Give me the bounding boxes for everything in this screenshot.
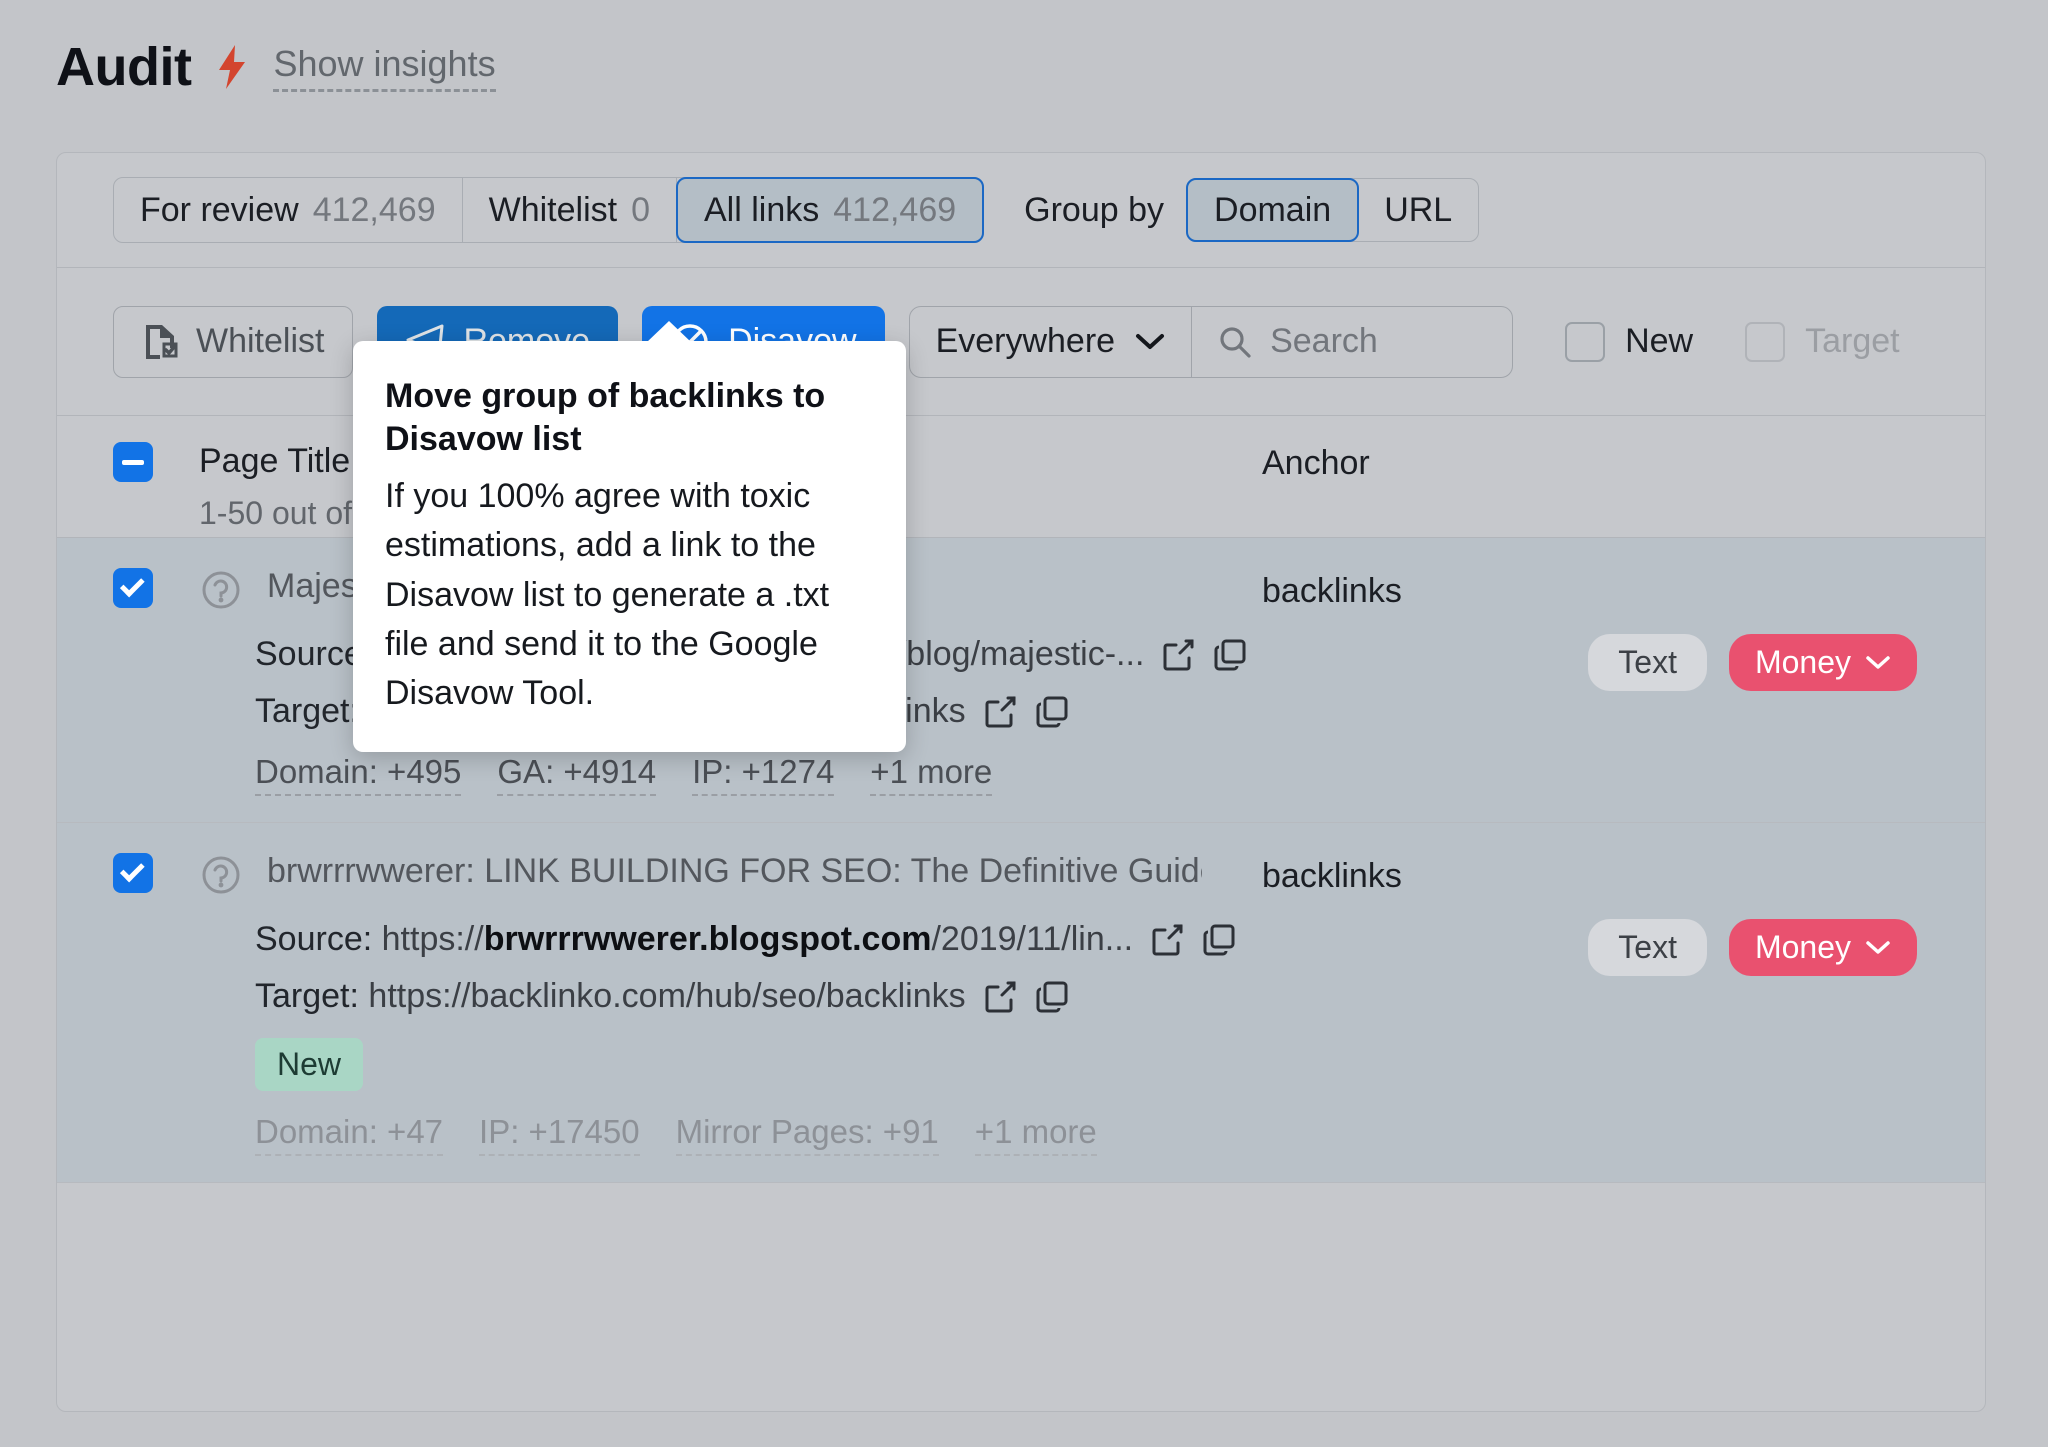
lightning-bolt-icon — [219, 45, 246, 89]
row-metric-chips: Domain: +495 GA: +4914 IP: +1274 +1 more — [255, 753, 1985, 796]
open-external-icon[interactable] — [1160, 637, 1196, 673]
group-by-segmented: Domain URL — [1186, 178, 1480, 242]
whitelist-button-label: Whitelist — [196, 322, 325, 360]
row-metric-chips: Domain: +47 IP: +17450 Mirror Pages: +91… — [255, 1113, 1985, 1156]
tag-money-badge[interactable]: Money — [1728, 634, 1917, 691]
tab-for-review[interactable]: For review 412,469 — [114, 178, 463, 242]
source-prefix: https:// — [381, 920, 484, 958]
page-header: Audit Show insights — [56, 36, 496, 98]
tab-all-links-label: All links — [704, 190, 820, 229]
target-label: Target: — [255, 692, 359, 730]
tag-text-badge[interactable]: Text — [1588, 919, 1707, 976]
scope-dropdown-value: Everywhere — [935, 322, 1116, 360]
tab-all-links[interactable]: All links 412,469 — [676, 177, 985, 243]
filter-new[interactable]: New — [1565, 321, 1694, 362]
tab-for-review-label: For review — [140, 190, 299, 229]
row-checkbox[interactable] — [113, 568, 153, 608]
new-badge: New — [255, 1038, 364, 1091]
table-header-row: Page Title | Se 1-50 out of 7,2 Anchor — [57, 416, 1985, 538]
row-anchor-value: backlinks — [1262, 857, 1402, 895]
help-icon[interactable] — [199, 568, 243, 617]
tab-group: For review 412,469 Whitelist 0 All links… — [113, 177, 985, 243]
tab-bar: For review 412,469 Whitelist 0 All links… — [57, 153, 1985, 268]
chevron-down-icon — [1136, 333, 1165, 349]
tag-text-badge[interactable]: Text — [1588, 634, 1707, 691]
table-row[interactable]: Majestic g Tool Stack U... Source: http:… — [57, 538, 1985, 823]
new-checkbox[interactable] — [1565, 321, 1606, 362]
help-icon[interactable] — [199, 853, 243, 902]
tooltip-body: If you 100% agree with toxic estimations… — [385, 477, 830, 713]
tab-whitelist-label: Whitelist — [488, 190, 618, 229]
target-prefix: https:// — [368, 977, 471, 1015]
source-domain: brwrrrwwerer.blogspot.com — [483, 920, 932, 958]
target-checkbox-label: Target — [1805, 322, 1900, 360]
source-label: Source: — [255, 920, 373, 958]
row-primary-line: brwrrrwwerer: LINK BUILDING FOR SEO: The… — [113, 853, 1985, 902]
search-input-placeholder: Search — [1270, 322, 1378, 360]
open-external-icon[interactable] — [982, 694, 1018, 730]
source-path: /blog/majestic-... — [896, 635, 1145, 673]
chevron-down-icon — [1866, 940, 1890, 954]
tab-whitelist[interactable]: Whitelist 0 — [463, 178, 677, 242]
open-external-icon[interactable] — [1149, 922, 1185, 958]
target-label: Target: — [255, 977, 359, 1015]
anchor-column-header: Anchor — [1262, 444, 1370, 482]
whitelist-button[interactable]: Whitelist — [113, 305, 354, 378]
page-title: Audit — [56, 37, 192, 97]
copy-icon[interactable] — [1212, 637, 1248, 673]
copy-icon[interactable] — [1201, 922, 1237, 958]
search-field[interactable]: Search — [1192, 307, 1512, 377]
chevron-down-icon — [1866, 655, 1890, 669]
tooltip-title: Move group of backlinks to Disavow list — [385, 377, 826, 458]
audit-page: Audit Show insights For review 412,469 W… — [0, 0, 2048, 1447]
metric-chip[interactable]: IP: +1274 — [692, 753, 835, 796]
more-metrics-link[interactable]: +1 more — [974, 1113, 1097, 1156]
audit-panel: For review 412,469 Whitelist 0 All links… — [56, 152, 1986, 1412]
filter-search-box: Everywhere Search — [908, 305, 1514, 378]
open-external-icon[interactable] — [982, 979, 1018, 1015]
row-anchor-value: backlinks — [1262, 572, 1402, 610]
tab-all-links-count: 412,469 — [833, 190, 957, 229]
tab-for-review-count: 412,469 — [312, 190, 436, 229]
metric-chip[interactable]: Domain: +495 — [255, 753, 462, 796]
copy-icon[interactable] — [1034, 979, 1070, 1015]
metric-chip[interactable]: Mirror Pages: +91 — [675, 1113, 939, 1156]
action-toolbar: Whitelist Remove Disavow Everywhere — [57, 268, 1985, 416]
source-path: /2019/11/lin... — [931, 920, 1134, 958]
row-checkbox[interactable] — [113, 853, 153, 893]
metric-chip[interactable]: Domain: +47 — [255, 1113, 444, 1156]
select-all-checkbox[interactable] — [113, 442, 153, 482]
table-row[interactable]: brwrrrwwerer: LINK BUILDING FOR SEO: The… — [57, 823, 1985, 1183]
scope-dropdown[interactable]: Everywhere — [910, 306, 1193, 377]
filter-target[interactable]: Target — [1745, 321, 1900, 362]
tag-money-label: Money — [1754, 929, 1851, 965]
tab-whitelist-count: 0 — [631, 190, 650, 229]
search-icon — [1220, 326, 1251, 358]
show-insights-link[interactable]: Show insights — [273, 43, 496, 92]
row-tags: Text Money — [1588, 634, 1917, 691]
metric-chip[interactable]: IP: +17450 — [479, 1113, 640, 1156]
group-by-url[interactable]: URL — [1358, 179, 1478, 241]
tooltip-arrow — [647, 321, 691, 342]
new-checkbox-label: New — [1625, 322, 1694, 360]
target-rest: backlinko.com/hub/seo/backlinks — [470, 977, 966, 1015]
copy-icon[interactable] — [1034, 694, 1070, 730]
row-tags: Text Money — [1588, 919, 1917, 976]
row-target-url: Target: https://backlinko.com/hub/seo/ba… — [255, 977, 1985, 1016]
tag-money-label: Money — [1754, 644, 1851, 680]
document-check-icon — [146, 324, 178, 359]
group-by-control: Group by Domain URL — [1024, 178, 1480, 242]
disavow-tooltip: Move group of backlinks to Disavow list … — [353, 321, 906, 753]
group-by-label: Group by — [1024, 190, 1165, 229]
row-page-title: brwrrrwwerer: LINK BUILDING FOR SEO: The… — [267, 853, 1202, 890]
target-checkbox[interactable] — [1745, 321, 1786, 362]
tag-money-badge[interactable]: Money — [1728, 919, 1917, 976]
group-by-domain[interactable]: Domain — [1186, 178, 1360, 242]
metric-chip[interactable]: GA: +4914 — [497, 753, 657, 796]
more-metrics-link[interactable]: +1 more — [870, 753, 993, 796]
